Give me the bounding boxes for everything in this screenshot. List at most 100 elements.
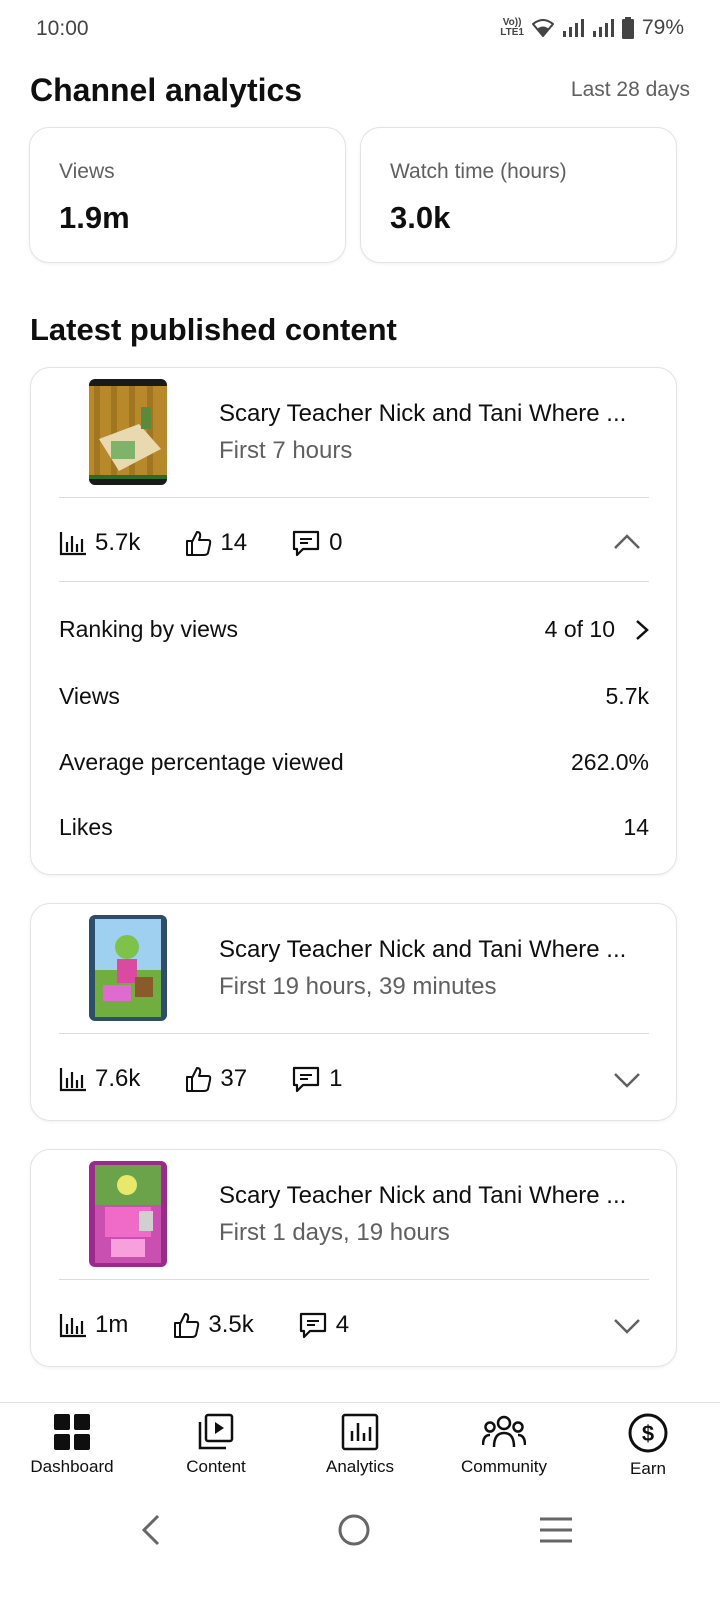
likes-count: 14 [220, 529, 248, 556]
bar-chart-icon [59, 1068, 86, 1092]
comments-metric: 4 [298, 1311, 349, 1339]
battery-percent: 79% [641, 16, 684, 39]
nav-label: Community [461, 1457, 547, 1476]
content-icon [198, 1413, 234, 1450]
page-title: Channel analytics [30, 72, 303, 108]
avg-percentage-row: Average percentage viewed 262.0% [59, 749, 649, 776]
nav-community[interactable]: Community [432, 1403, 576, 1493]
video-subtitle: First 19 hours, 39 minutes [219, 973, 497, 1000]
views-label: Views [59, 683, 120, 709]
nav-dashboard[interactable]: Dashboard [0, 1403, 144, 1493]
ranking-row[interactable]: Ranking by views 4 of 10 [59, 616, 649, 643]
stat-label: Views [59, 160, 115, 183]
chevron-down-icon[interactable] [613, 1318, 641, 1336]
status-time: 10:00 [36, 17, 89, 40]
status-icons: Vo)) LTE1 79% [500, 16, 684, 40]
divider [59, 497, 649, 498]
likes-count: 37 [220, 1065, 248, 1092]
nav-content[interactable]: Content [144, 1403, 288, 1493]
nav-analytics[interactable]: Analytics [288, 1403, 432, 1493]
video-metrics: 5.7k 14 0 [59, 523, 386, 563]
comments-metric: 0 [291, 529, 342, 557]
views-value: 5.7k [605, 683, 649, 709]
video-metrics: 7.6k 37 1 [59, 1059, 386, 1099]
comment-icon [292, 1066, 320, 1093]
video-metrics: 1m 3.5k 4 [59, 1305, 393, 1345]
comments-count: 4 [335, 1311, 350, 1338]
likes-metric: 37 [184, 1065, 247, 1093]
nav-label: Dashboard [30, 1457, 114, 1476]
community-icon [482, 1415, 526, 1448]
watch-time-stat-card[interactable]: Watch time (hours) 3.0k [360, 127, 677, 263]
nav-label: Content [186, 1457, 246, 1476]
home-icon[interactable] [337, 1513, 371, 1547]
chevron-down-icon[interactable] [613, 1072, 641, 1090]
comment-icon [292, 530, 320, 557]
thumbs-up-icon [186, 1067, 212, 1092]
views-row: Views 5.7k [59, 683, 649, 710]
views-count: 1m [95, 1311, 129, 1338]
likes-label: Likes [59, 814, 113, 840]
recents-icon[interactable] [538, 1516, 574, 1544]
views-metric: 1m [59, 1311, 128, 1339]
chevron-right-icon [636, 619, 649, 640]
video-subtitle: First 7 hours [219, 437, 353, 464]
comments-count: 0 [329, 529, 343, 556]
comments-metric: 1 [291, 1065, 342, 1093]
stat-value: 1.9m [59, 200, 130, 235]
views-metric: 7.6k [59, 1065, 140, 1093]
status-bar: 10:00 Vo)) LTE1 79% [0, 0, 720, 60]
stat-value: 3.0k [390, 200, 451, 235]
svg-text:$: $ [642, 1421, 654, 1446]
video-card[interactable]: Scary Teacher Nick and Tani Where ... Fi… [30, 903, 677, 1121]
nav-label: Earn [630, 1459, 666, 1478]
signal-icon-2 [592, 19, 614, 37]
back-icon[interactable] [138, 1514, 162, 1546]
divider [59, 1279, 649, 1280]
signal-icon [562, 19, 584, 37]
video-title: Scary Teacher Nick and Tani Where ... [219, 400, 627, 427]
views-count: 7.6k [95, 1065, 141, 1092]
bottom-navigation: Dashboard Content Analytics Community $ … [0, 1402, 720, 1493]
likes-count: 3.5k [208, 1311, 254, 1338]
video-thumbnail[interactable] [89, 379, 167, 485]
video-thumbnail[interactable] [89, 1161, 167, 1267]
analytics-icon [341, 1413, 379, 1451]
divider [59, 581, 649, 582]
date-range[interactable]: Last 28 days [571, 78, 690, 102]
ranking-label: Ranking by views [59, 616, 238, 642]
video-card[interactable]: Scary Teacher Nick and Tani Where ... Fi… [30, 367, 677, 875]
stat-label: Watch time (hours) [390, 160, 567, 183]
bar-chart-icon [59, 1314, 86, 1338]
views-stat-card[interactable]: Views 1.9m [29, 127, 346, 263]
avg-label: Average percentage viewed [59, 749, 344, 775]
likes-metric: 3.5k [172, 1311, 254, 1339]
video-title: Scary Teacher Nick and Tani Where ... [219, 936, 627, 963]
video-subtitle: First 1 days, 19 hours [219, 1219, 450, 1246]
section-title: Latest published content [30, 312, 397, 347]
earn-icon: $ [628, 1413, 668, 1453]
views-metric: 5.7k [59, 529, 140, 557]
dashboard-icon [54, 1414, 90, 1450]
video-title: Scary Teacher Nick and Tani Where ... [219, 1182, 627, 1209]
likes-value: 14 [623, 814, 649, 840]
thumbs-up-icon [174, 1313, 200, 1338]
nav-label: Analytics [325, 1457, 395, 1476]
nav-earn[interactable]: $ Earn [576, 1403, 720, 1493]
thumbs-up-icon [186, 531, 212, 556]
avg-value: 262.0% [570, 749, 649, 775]
battery-icon [621, 17, 634, 39]
bar-chart-icon [59, 532, 86, 556]
ranking-value: 4 of 10 [544, 616, 615, 642]
video-thumbnail[interactable] [89, 915, 167, 1021]
likes-row: Likes 14 [59, 814, 649, 841]
views-count: 5.7k [95, 529, 141, 556]
wifi-icon [531, 19, 554, 37]
volte-icon: Vo)) LTE1 [500, 17, 524, 38]
likes-metric: 14 [184, 529, 247, 557]
chevron-up-icon[interactable] [613, 532, 641, 550]
comment-icon [299, 1312, 326, 1339]
divider [59, 1033, 649, 1034]
system-navigation [0, 1492, 720, 1600]
video-card[interactable]: Scary Teacher Nick and Tani Where ... Fi… [30, 1149, 677, 1367]
